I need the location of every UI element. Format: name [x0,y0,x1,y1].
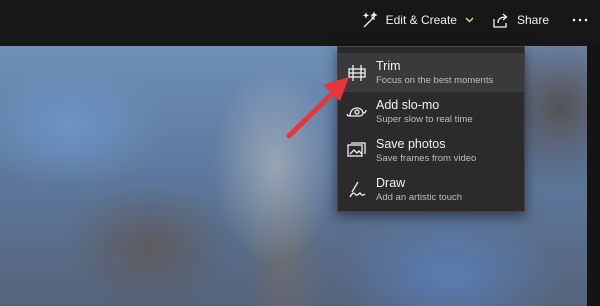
more-options-button[interactable] [558,0,600,40]
save-photos-icon [338,141,376,160]
chevron-down-icon [465,17,474,23]
menu-item-subtitle: Focus on the best moments [376,74,494,86]
trim-icon [338,64,376,82]
menu-item-title: Draw [376,175,406,190]
side-strip [587,46,600,306]
edit-create-button[interactable]: Edit & Create [352,0,483,40]
menu-item-title: Trim [376,58,401,73]
menu-item-title: Save photos [376,136,446,151]
menu-item-title: Add slo-mo [376,97,440,112]
draw-icon [338,180,376,200]
menu-item-trim[interactable]: Trim Focus on the best moments [338,53,524,92]
more-icon [572,18,588,22]
menu-item-subtitle: Super slow to real time [376,113,473,125]
snail-icon [338,104,376,120]
edit-create-label: Edit & Create [385,13,457,27]
menu-item-draw[interactable]: Draw Add an artistic touch [338,170,524,209]
share-button[interactable]: Share [483,0,558,40]
menu-item-save-photos[interactable]: Save photos Save frames from video [338,131,524,170]
edit-create-icon [361,11,379,29]
toolbar: Edit & Create Share [352,0,600,40]
share-label: Share [516,13,549,27]
menu-item-subtitle: Add an artistic touch [376,191,463,203]
menu-item-subtitle: Save frames from video [376,152,477,164]
share-icon [492,11,510,29]
menu-item-slo-mo[interactable]: Add slo-mo Super slow to real time [338,92,524,131]
edit-create-menu: Trim Focus on the best moments Add slo-m… [337,46,525,212]
